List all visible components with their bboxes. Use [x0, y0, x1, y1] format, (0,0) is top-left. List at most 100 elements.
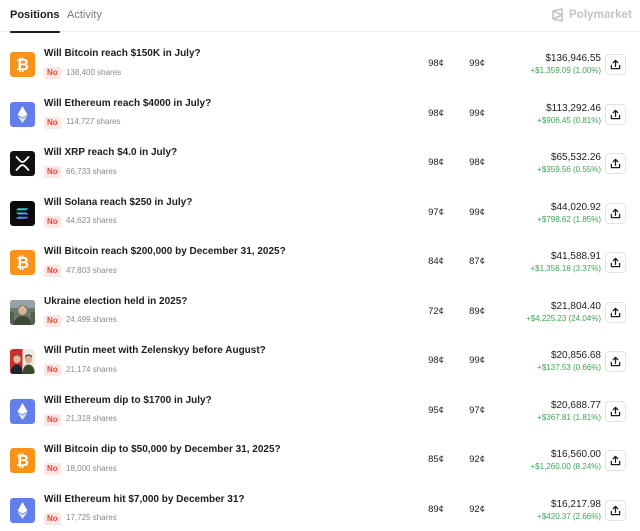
- position-row[interactable]: Will Ethereum hit $7,000 by December 31?…: [0, 486, 640, 531]
- tab-positions[interactable]: Positions: [10, 9, 60, 33]
- shares-count: 138,400 shares: [66, 67, 122, 77]
- svg-text:₿: ₿: [16, 451, 29, 470]
- avg-price: 84¢: [428, 256, 444, 267]
- avg-price: 98¢: [428, 58, 444, 69]
- current-price: 87¢: [469, 256, 485, 267]
- position-row[interactable]: Will XRP reach $4.0 in July? No 66,733 s…: [0, 139, 640, 189]
- position-pnl: +$359.56 (0.55%): [537, 165, 601, 174]
- avg-price: 85¢: [428, 454, 444, 465]
- position-row[interactable]: Will Putin meet with Zelenskyy before Au…: [0, 337, 640, 387]
- outcome-badge: No: [44, 364, 61, 376]
- position-pnl: +$906.45 (0.81%): [537, 115, 601, 125]
- tab-activity[interactable]: Activity: [67, 9, 102, 21]
- share-button[interactable]: [605, 351, 626, 372]
- position-pnl: +$798.62 (1.85%): [537, 214, 601, 224]
- position-row[interactable]: Will Ethereum dip to $1700 in July? No 2…: [0, 387, 640, 437]
- shares-count: 114,727 shares: [66, 117, 121, 126]
- share-button[interactable]: [605, 400, 626, 422]
- header: Positions Activity Polymarket: [0, 0, 640, 33]
- shares-count: 21,318 shares: [66, 414, 117, 423]
- position-value: $21,804.40: [550, 300, 601, 312]
- position-value: $20,856.68: [550, 350, 601, 361]
- position-row[interactable]: Will Ethereum reach $4000 in July? No 11…: [0, 90, 640, 140]
- market-title[interactable]: Ukraine election held in 2025?: [44, 296, 187, 307]
- current-price: 99¢: [469, 355, 485, 366]
- shares-count: 24,499 shares: [66, 315, 117, 324]
- share-icon: [610, 208, 621, 218]
- share-button[interactable]: [605, 499, 626, 521]
- shares-count: 44,623 shares: [66, 216, 117, 225]
- position-pnl: +$367.81 (1.81%): [537, 412, 601, 422]
- position-row[interactable]: ₿ Will Bitcoin reach $150K in July? No 1…: [0, 40, 640, 90]
- outcome-badge: No: [44, 67, 61, 79]
- current-price: 92¢: [469, 454, 485, 465]
- bitcoin-icon: ₿: [10, 52, 35, 77]
- share-button[interactable]: [605, 202, 626, 224]
- shares-count: 66,733 shares: [66, 166, 117, 176]
- avg-price: 98¢: [428, 355, 444, 366]
- position-value: $136,946.55: [545, 53, 601, 64]
- share-icon: [610, 257, 621, 268]
- avg-price: 95¢: [428, 404, 444, 416]
- share-button[interactable]: [605, 54, 626, 75]
- share-button[interactable]: [605, 450, 626, 471]
- outcome-badge: No: [44, 512, 61, 525]
- market-title[interactable]: Will Ethereum reach $4000 in July?: [44, 98, 211, 109]
- current-price: 99¢: [469, 107, 485, 119]
- current-price: 99¢: [469, 206, 485, 218]
- market-title[interactable]: Will Ethereum dip to $1700 in July?: [44, 395, 212, 406]
- market-title[interactable]: Will Bitcoin reach $150K in July?: [44, 48, 201, 59]
- share-icon: [610, 109, 621, 119]
- share-button[interactable]: [605, 301, 626, 323]
- putin-zelenskyy-photo-icon: [10, 349, 35, 374]
- outcome-badge: No: [44, 116, 61, 129]
- share-icon: [610, 307, 621, 317]
- position-pnl: +$1,359.09 (1.00%): [530, 66, 602, 75]
- market-title[interactable]: Will Bitcoin dip to $50,000 by December …: [44, 444, 281, 455]
- avg-price: 89¢: [428, 503, 444, 515]
- ethereum-icon: [10, 398, 35, 424]
- outcome-badge: No: [44, 215, 61, 228]
- svg-text:₿: ₿: [16, 253, 29, 272]
- position-pnl: +$4,225.23 (24.04%): [526, 313, 601, 323]
- position-pnl: +$420.37 (2.66%): [537, 511, 601, 521]
- position-value: $65,532.26: [550, 152, 601, 163]
- avg-price: 98¢: [428, 157, 444, 168]
- bitcoin-icon: ₿: [10, 250, 35, 275]
- market-title[interactable]: Will Putin meet with Zelenskyy before Au…: [44, 345, 266, 356]
- share-button[interactable]: [605, 153, 626, 174]
- polymarket-brand[interactable]: Polymarket: [551, 6, 632, 24]
- position-value: $16,560.00: [550, 449, 601, 460]
- polymarket-logo-icon: [552, 8, 563, 22]
- ukraine-photo-icon: [10, 299, 35, 325]
- market-title[interactable]: Will Bitcoin reach $200,000 by December …: [44, 246, 286, 257]
- current-price: 92¢: [469, 503, 485, 515]
- share-icon: [610, 356, 621, 367]
- shares-count: 21,174 shares: [66, 364, 117, 374]
- current-price: 99¢: [469, 58, 485, 69]
- position-row[interactable]: Will Solana reach $250 in July? No 44,62…: [0, 189, 640, 239]
- shares-count: 17,725 shares: [66, 513, 117, 522]
- share-button[interactable]: [605, 252, 626, 273]
- ethereum-icon: [10, 497, 35, 523]
- market-title[interactable]: Will Solana reach $250 in July?: [44, 197, 192, 208]
- position-value: $113,292.46: [546, 102, 601, 114]
- positions-list: ₿ Will Bitcoin reach $150K in July? No 1…: [0, 40, 640, 531]
- shares-count: 18,000 shares: [66, 463, 117, 473]
- share-icon: [610, 455, 621, 466]
- share-button[interactable]: [605, 103, 626, 125]
- market-title[interactable]: Will Ethereum hit $7,000 by December 31?: [44, 494, 245, 505]
- position-row[interactable]: ₿ Will Bitcoin dip to $50,000 by Decembe…: [0, 436, 640, 486]
- market-title[interactable]: Will XRP reach $4.0 in July?: [44, 147, 177, 158]
- avg-price: 72¢: [428, 305, 444, 317]
- xrp-icon: [10, 151, 35, 176]
- outcome-badge: No: [44, 265, 61, 277]
- position-value: $41,588.91: [550, 251, 601, 262]
- current-price: 97¢: [469, 404, 485, 416]
- svg-text:₿: ₿: [16, 55, 29, 74]
- position-row[interactable]: ₿ Will Bitcoin reach $200,000 by Decembe…: [0, 238, 640, 288]
- position-row[interactable]: Ukraine election held in 2025? No 24,499…: [0, 288, 640, 338]
- brand-name: Polymarket: [568, 9, 632, 21]
- outcome-badge: No: [44, 314, 61, 327]
- outcome-badge: No: [44, 463, 61, 475]
